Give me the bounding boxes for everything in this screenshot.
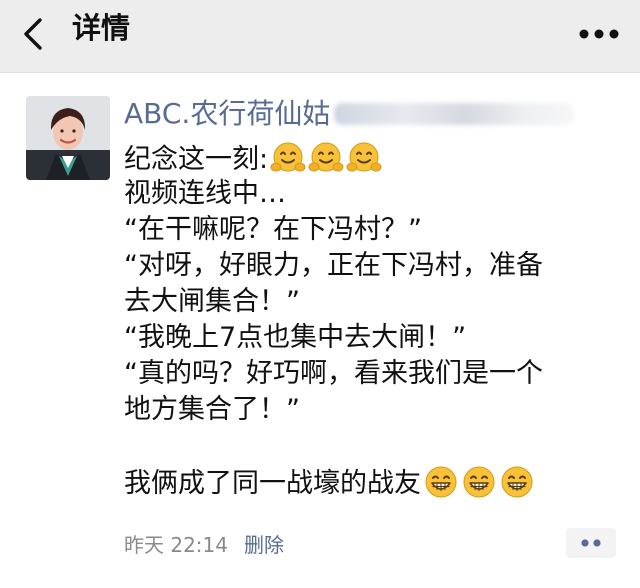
blurred-name-suffix xyxy=(334,103,575,125)
post-line: “我晚上7点也集中去大闸！” xyxy=(124,322,467,353)
page-title: 详情 xyxy=(72,11,131,45)
post-meta: 昨天 22:14 删除 xyxy=(124,530,284,560)
post-line-text: 我俩成了同一战壕的战友 xyxy=(124,468,421,499)
post-content: 纪念这一刻: 视频连线中… “在干嘛呢？在下冯村？” “对呀，好眼力，正在下冯村… xyxy=(124,140,620,500)
hugging-face-emoji-icon xyxy=(308,140,344,176)
post-line: 纪念这一刻: xyxy=(124,140,620,176)
grinning-face-emoji-icon xyxy=(461,464,497,500)
post-line-text: 纪念这一刻: xyxy=(124,144,269,175)
author-name[interactable]: ABC.农行荷仙姑 xyxy=(124,95,575,133)
post-time: 昨天 22:14 xyxy=(124,533,228,557)
top-navigation-bar: 详情 xyxy=(0,0,640,73)
post-line: 地方集合了！” xyxy=(124,394,300,425)
post-line: “真的吗？好巧啊，看来我们是一个 xyxy=(124,358,543,389)
post-line: “在干嘛呢？在下冯村？” xyxy=(124,214,422,245)
author-name-text: ABC.农行荷仙姑 xyxy=(124,97,331,130)
post-line: 视频连线中… xyxy=(124,178,286,209)
comment-button[interactable] xyxy=(566,528,616,558)
post-line: 去大闸集合！” xyxy=(124,286,300,317)
comment-dots-icon xyxy=(581,539,601,547)
delete-link[interactable]: 删除 xyxy=(244,533,284,557)
post-line: “对呀，好眼力，正在下冯村，准备 xyxy=(124,250,543,281)
more-dots-icon xyxy=(579,29,619,39)
hugging-face-emoji-icon xyxy=(270,140,306,176)
more-options-button[interactable] xyxy=(576,18,622,50)
grinning-face-emoji-icon xyxy=(499,464,535,500)
grinning-face-emoji-icon xyxy=(423,464,459,500)
back-button[interactable] xyxy=(16,14,56,54)
chevron-left-icon xyxy=(24,18,42,50)
avatar-photo xyxy=(26,96,110,180)
hugging-face-emoji-icon xyxy=(346,140,382,176)
author-avatar[interactable] xyxy=(26,96,110,180)
post-line: 我俩成了同一战壕的战友 xyxy=(124,464,620,500)
